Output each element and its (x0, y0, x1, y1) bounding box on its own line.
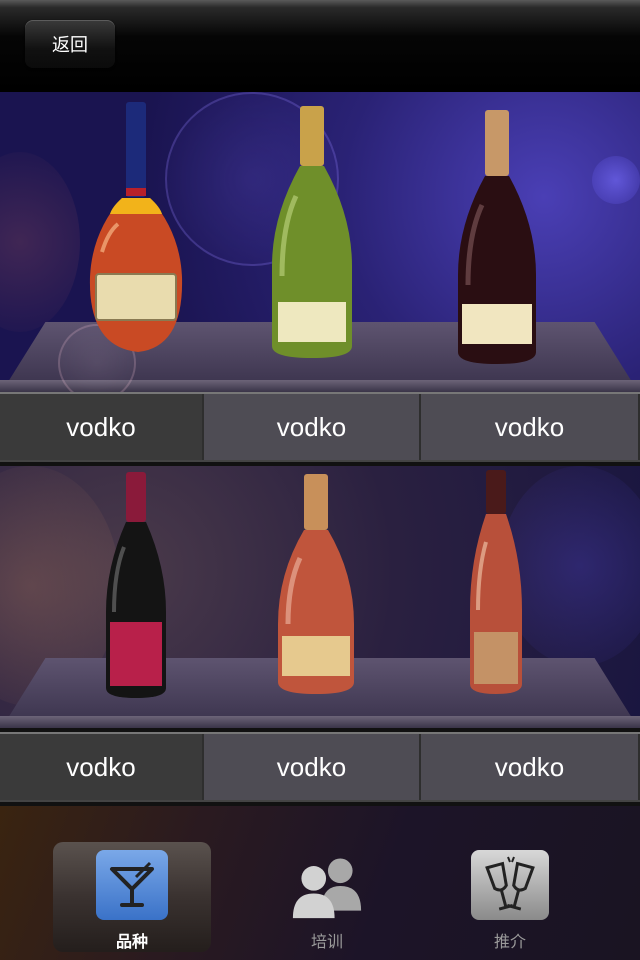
shelf-bottom-labels: vodko vodko vodko (0, 732, 640, 802)
product-label[interactable]: vodko (0, 394, 204, 460)
tab-label: 品种 (115, 934, 148, 951)
black-wine-bottle[interactable] (104, 472, 168, 700)
shelf-top-labels: vodko vodko vodko (0, 392, 640, 462)
champagne-toast-icon (471, 850, 549, 920)
tab-training[interactable]: 培训 (272, 842, 382, 952)
tab-label: 推介 (493, 934, 526, 951)
people-icon (291, 850, 363, 920)
rose-wine-bottle[interactable] (468, 470, 524, 696)
tab-bar: 品种 培训 推介 (0, 842, 640, 960)
tab-varieties[interactable]: 品种 (53, 842, 211, 952)
product-label[interactable]: vodko (0, 734, 204, 800)
shelf-bottom (0, 466, 640, 728)
product-label[interactable]: vodko (204, 394, 421, 460)
tab-recommend[interactable]: 推介 (458, 842, 562, 952)
shelf-top (0, 92, 640, 392)
red-wine-bottle[interactable] (456, 110, 538, 366)
cocktail-glass-icon (96, 850, 168, 920)
cognac-bottle[interactable] (88, 102, 184, 360)
green-wine-bottle[interactable] (270, 106, 354, 360)
product-label[interactable]: vodko (421, 734, 640, 800)
tab-label: 培训 (310, 934, 343, 951)
brandy-bottle[interactable] (276, 474, 356, 696)
product-label[interactable]: vodko (421, 394, 640, 460)
back-button[interactable]: 返回 (25, 20, 115, 68)
product-label[interactable]: vodko (204, 734, 421, 800)
navigation-bar: 返回 (0, 0, 640, 92)
shelf-edge (0, 716, 640, 728)
